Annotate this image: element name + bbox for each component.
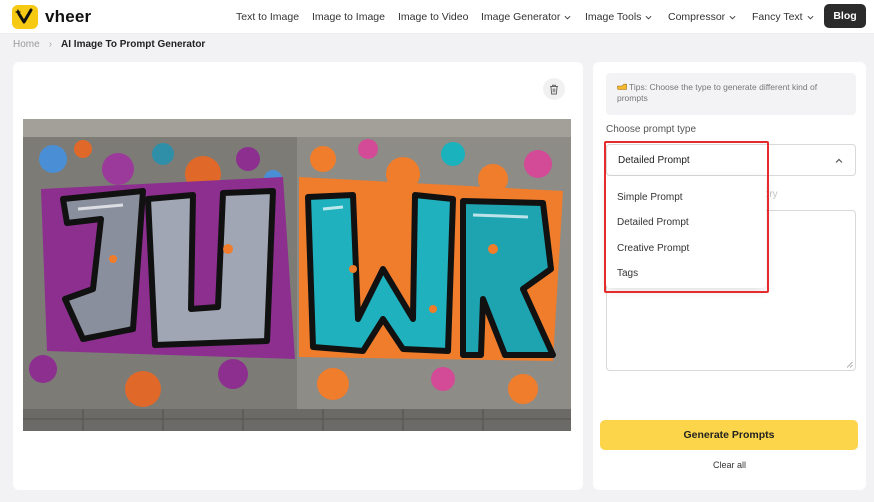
chevron-up-icon [835, 158, 843, 163]
nav-compressor[interactable]: Compressor [668, 11, 736, 23]
breadcrumb-home-link[interactable]: Home [13, 39, 40, 50]
prompt-type-selected-value: Detailed Prompt [618, 155, 690, 166]
dropdown-option-simple-prompt[interactable]: Simple Prompt [617, 192, 683, 203]
nav-label: Image to Video [398, 11, 469, 23]
dropdown-option-tags[interactable]: Tags [617, 268, 638, 279]
vheer-logo-icon [12, 5, 38, 29]
clear-all-link[interactable]: Clear all [593, 460, 866, 470]
nav-image-tools[interactable]: Image Tools [585, 11, 652, 23]
chevron-down-icon [645, 15, 652, 20]
trash-icon [550, 84, 558, 94]
tips-box: Tips: Choose the type to generate differ… [606, 73, 856, 115]
brand-logo[interactable]: vheer [12, 5, 91, 29]
nav-text-to-image[interactable]: Text to Image [236, 11, 299, 23]
blog-button[interactable]: Blog [824, 4, 866, 28]
delete-image-button[interactable] [543, 78, 565, 100]
nav-image-to-image[interactable]: Image to Image [312, 11, 385, 23]
pointing-hand-icon [617, 83, 627, 90]
brand-name: vheer [45, 7, 92, 26]
top-navbar: vheer Text to Image Image to Image Image… [0, 0, 874, 34]
image-preview-panel [13, 62, 583, 490]
prompt-type-select[interactable]: Detailed Prompt [606, 144, 856, 176]
prompt-type-label: Choose prompt type [606, 124, 697, 135]
generate-prompts-button[interactable]: Generate Prompts [600, 420, 858, 450]
resize-handle-icon[interactable] [846, 361, 853, 368]
breadcrumb: Home › AI Image To Prompt Generator [13, 39, 205, 50]
nav-label: Image Tools [585, 11, 642, 23]
nav-label: Fancy Text [752, 11, 803, 23]
chevron-down-icon [729, 15, 736, 20]
nav-image-to-video[interactable]: Image to Video [398, 11, 468, 23]
uploaded-image-graffiti [23, 119, 571, 431]
breadcrumb-separator: › [48, 39, 53, 50]
prompt-type-dropdown-menu: Simple Prompt Detailed Prompt Creative P… [606, 176, 766, 288]
dropdown-option-detailed-prompt[interactable]: Detailed Prompt [617, 217, 689, 228]
dropdown-option-creative-prompt[interactable]: Creative Prompt [617, 243, 689, 254]
nav-image-generator[interactable]: Image Generator [481, 11, 571, 23]
breadcrumb-current-page: AI Image To Prompt Generator [61, 39, 206, 50]
chevron-down-icon [564, 15, 571, 20]
nav-label: Image to Image [312, 11, 385, 23]
nav-fancy-text[interactable]: Fancy Text [752, 11, 814, 23]
nav-label: Image Generator [481, 11, 561, 23]
prompt-settings-panel: Tips: Choose the type to generate differ… [593, 62, 866, 490]
nav-label: Compressor [668, 11, 726, 23]
tips-text: Tips: Choose the type to generate differ… [617, 82, 818, 103]
nav-label: Text to Image [236, 11, 300, 23]
chevron-down-icon [807, 15, 814, 20]
